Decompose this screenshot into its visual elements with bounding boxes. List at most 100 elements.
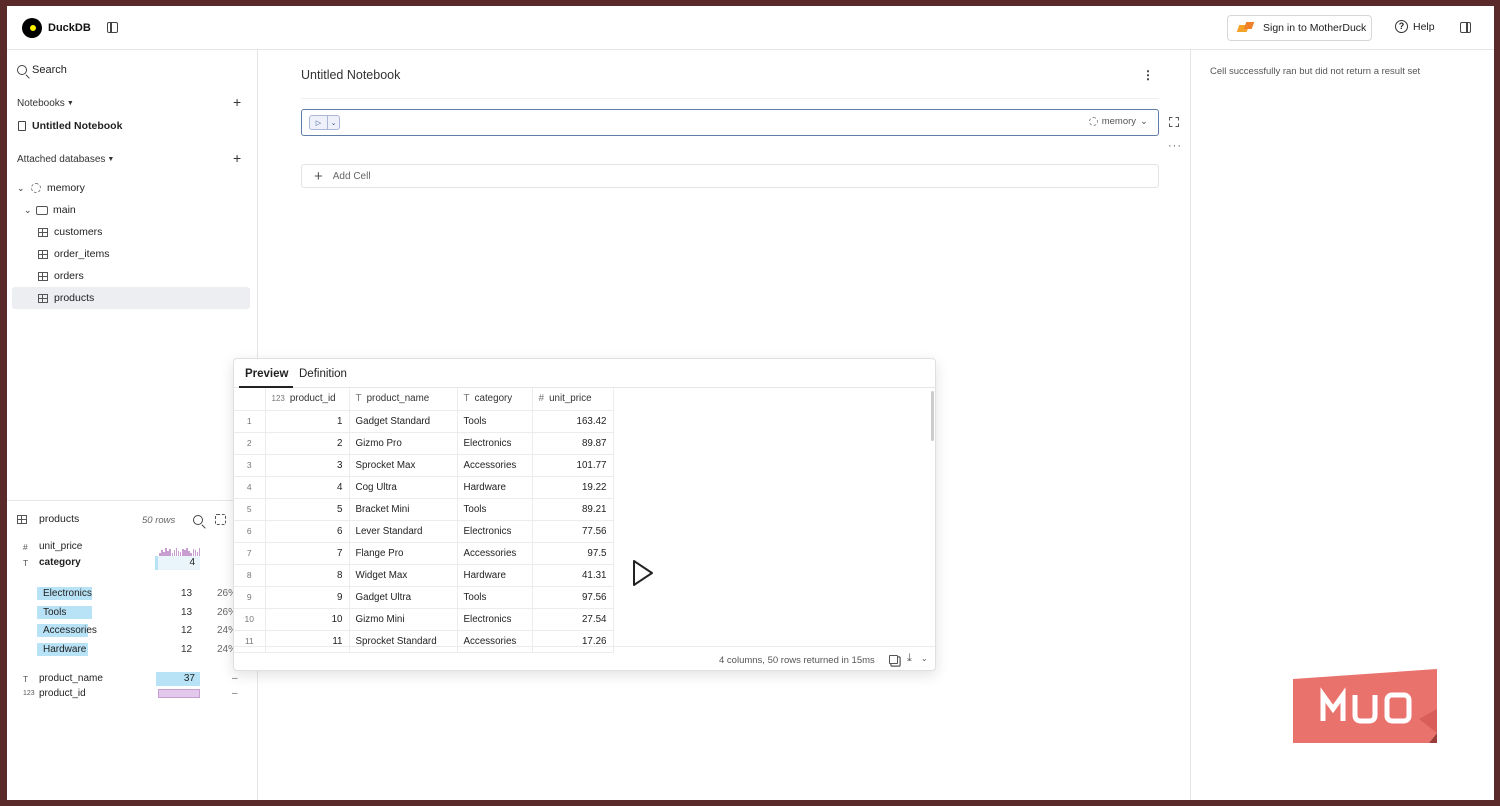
summary-focus-icon[interactable] (215, 514, 226, 525)
table-row[interactable]: 4 4 Cog Ultra Hardware 19.22 (234, 476, 614, 499)
cell-product-id[interactable]: 6 (265, 520, 350, 543)
table-row[interactable]: 5 5 Bracket Mini Tools 89.21 (234, 498, 614, 521)
category-bar-accessories[interactable]: Accessories (37, 624, 97, 637)
cell-unit-price[interactable]: 97.5 (532, 542, 614, 565)
table-row[interactable]: 3 3 Sprocket Max Accessories 101.77 (234, 454, 614, 477)
chevron-down-icon[interactable]: ⌄ (921, 654, 928, 663)
column-header[interactable]: # unit_price (532, 388, 614, 411)
cell-product-name[interactable]: Widget Max (349, 564, 458, 587)
cell-product-name[interactable]: Cog Ultra (349, 476, 458, 499)
cell-product-id[interactable]: 10 (265, 608, 350, 631)
cell-unit-price[interactable]: 77.56 (532, 520, 614, 543)
cell-category[interactable]: Tools (457, 586, 533, 609)
scrollbar[interactable] (931, 391, 934, 441)
cell-unit-price[interactable]: 27.54 (532, 608, 614, 631)
column-row-category[interactable]: T category (23, 557, 81, 568)
table-row[interactable]: 8 8 Widget Max Hardware 41.31 (234, 564, 614, 587)
tree-table-customers[interactable]: customers (38, 221, 249, 243)
tree-table-order-items[interactable]: order_items (38, 243, 249, 265)
column-header[interactable]: Tcategory (457, 388, 533, 411)
cell-unit-price[interactable]: 19.22 (532, 476, 614, 499)
column-header[interactable]: Tproduct_name (349, 388, 458, 411)
table-row[interactable]: 2 2 Gizmo Pro Electronics 89.87 (234, 432, 614, 455)
table-row[interactable]: 9 9 Gadget Ultra Tools 97.56 (234, 586, 614, 609)
cell-product-id[interactable]: 7 (265, 542, 350, 565)
cell-category[interactable]: Electronics (457, 520, 533, 543)
download-icon[interactable]: ⤓ (907, 652, 912, 665)
column-row-product-name[interactable]: T product_name (23, 673, 103, 684)
cell-category[interactable]: Tools (457, 410, 533, 433)
category-bar-hardware[interactable]: Hardware (37, 643, 88, 656)
category-bar-tools[interactable]: Tools (37, 606, 92, 619)
cell-product-id[interactable]: 3 (265, 454, 350, 477)
column-row-product-id[interactable]: 123 product_id (23, 688, 86, 699)
notebook-title[interactable]: Untitled Notebook (301, 68, 400, 82)
cell-product-id[interactable]: 9 (265, 586, 350, 609)
tree-schema-main[interactable]: ⌄ main (24, 199, 249, 221)
cell-unit-price[interactable]: 101.77 (532, 454, 614, 477)
cell-unit-price[interactable]: 41.31 (532, 564, 614, 587)
tab-preview[interactable]: Preview (245, 368, 288, 380)
table-row[interactable]: 6 6 Lever Standard Electronics 77.56 (234, 520, 614, 543)
cell-unit-price[interactable]: 89.21 (532, 498, 614, 521)
category-count: 13 (181, 607, 193, 618)
sidebar-search[interactable]: Search (17, 64, 67, 76)
signin-button[interactable]: Sign in to MotherDuck (1227, 15, 1372, 41)
cell-category[interactable]: Hardware (457, 564, 533, 587)
cell-product-name[interactable]: Lever Standard (349, 520, 458, 543)
add-notebook-button[interactable]: + (233, 94, 241, 110)
summary-search-button[interactable] (193, 515, 203, 525)
add-cell-button[interactable]: + Add Cell (301, 164, 1159, 188)
help-button[interactable]: ? Help (1395, 20, 1435, 33)
column-row-unit-price[interactable]: # unit_price (23, 541, 82, 552)
cell-unit-price[interactable]: 89.87 (532, 432, 614, 455)
column-header[interactable]: 123 product_id (265, 388, 350, 411)
cell-product-name[interactable]: Gizmo Mini (349, 608, 458, 631)
category-bar-electronics[interactable]: Electronics (37, 587, 92, 600)
cell-product-name[interactable]: Gadget Standard (349, 410, 458, 433)
cell-product-name[interactable]: Bracket Mini (349, 498, 458, 521)
cell-product-name[interactable]: Flange Pro (349, 542, 458, 565)
notebook-item[interactable]: Untitled Notebook (18, 120, 122, 132)
cell-product-id[interactable]: 4 (265, 476, 350, 499)
sql-cell-editor[interactable]: ▷ ⌄ memory ⌄ (301, 109, 1159, 136)
cell-database-select[interactable]: memory ⌄ (1088, 116, 1148, 127)
table-row[interactable]: 10 10 Gizmo Mini Electronics 27.54 (234, 608, 614, 631)
cell-product-id[interactable]: 5 (265, 498, 350, 521)
category-count: 13 (181, 588, 193, 599)
table-row[interactable]: 7 7 Flange Pro Accessories 97.5 (234, 542, 614, 565)
chevron-down-icon[interactable]: ⌄ (328, 116, 339, 129)
attached-databases-toggle[interactable]: Attached databases ▼ (17, 154, 114, 165)
run-cell-button[interactable]: ▷ ⌄ (309, 115, 340, 130)
tree-table-orders[interactable]: orders (38, 265, 249, 287)
attach-database-button[interactable]: + (233, 150, 241, 166)
cell-category[interactable]: Accessories (457, 542, 533, 565)
cell-product-id[interactable]: 1 (265, 410, 350, 433)
cell-category[interactable]: Hardware (457, 476, 533, 499)
cell-product-name[interactable]: Gadget Ultra (349, 586, 458, 609)
cell-product-id[interactable]: 2 (265, 432, 350, 455)
table-row[interactable]: 1 1 Gadget Standard Tools 163.42 (234, 410, 614, 433)
cell-unit-price[interactable]: 163.42 (532, 410, 614, 433)
copy-icon[interactable] (889, 655, 898, 664)
right-panel-toggle-icon[interactable] (1460, 22, 1471, 33)
chevron-down-icon: ⌄ (24, 204, 32, 215)
tree-database-memory[interactable]: ⌄ memory (17, 177, 247, 199)
cell-product-name[interactable]: Sprocket Max (349, 454, 458, 477)
tab-definition[interactable]: Definition (299, 368, 347, 380)
cell-product-id[interactable]: 8 (265, 564, 350, 587)
cell-category[interactable]: Electronics (457, 608, 533, 631)
tree-table-products[interactable]: products (12, 287, 250, 309)
row-number: 6 (234, 520, 266, 543)
sidebar-toggle-icon[interactable] (107, 22, 118, 33)
more-options-icon[interactable]: ··· (1168, 140, 1182, 152)
cell-unit-price[interactable]: 97.56 (532, 586, 614, 609)
cell-category[interactable]: Electronics (457, 432, 533, 455)
notebooks-section-toggle[interactable]: Notebooks ▼ (17, 98, 74, 109)
cell-product-name[interactable]: Gizmo Pro (349, 432, 458, 455)
notebook-menu-icon[interactable]: ⋮ (1142, 68, 1154, 82)
table-label: customers (54, 226, 103, 238)
cell-category[interactable]: Accessories (457, 454, 533, 477)
expand-icon[interactable] (1169, 117, 1179, 127)
cell-category[interactable]: Tools (457, 498, 533, 521)
